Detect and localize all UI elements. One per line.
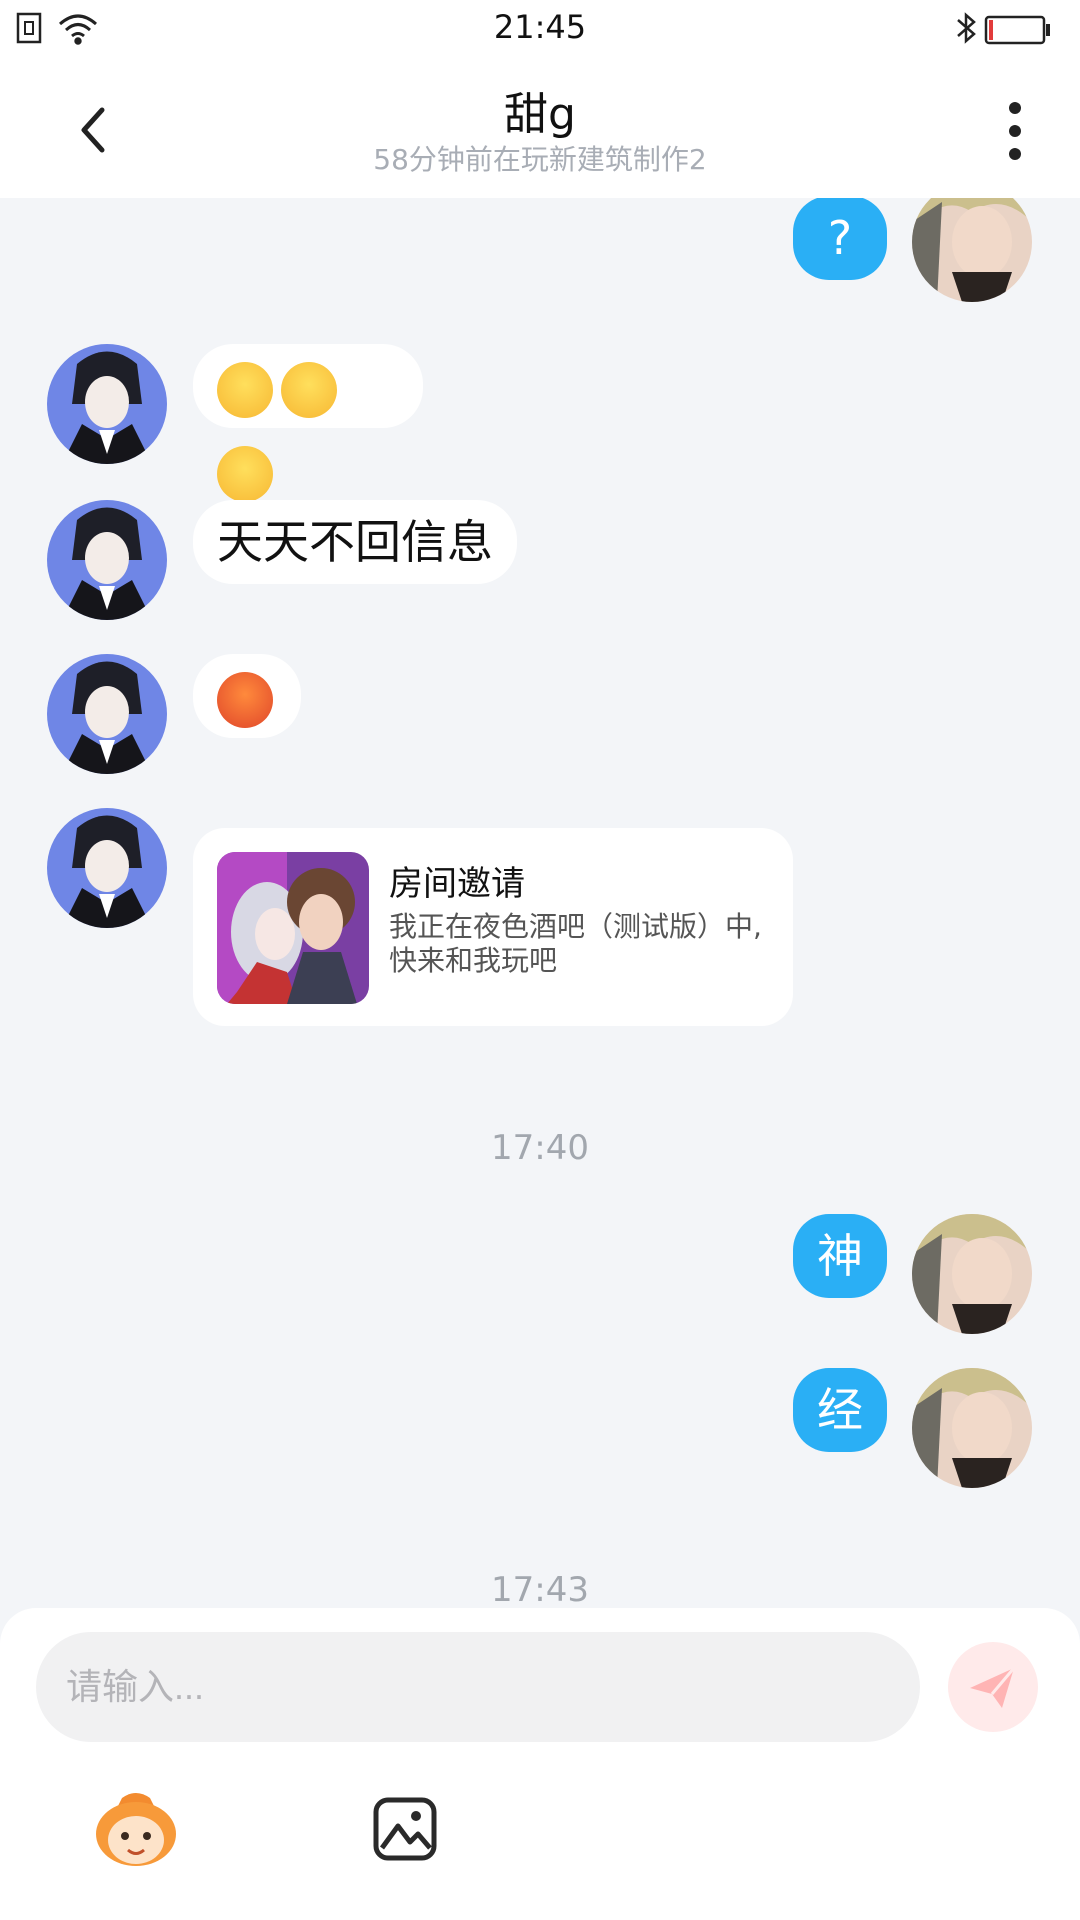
message-text: 神 — [817, 1229, 863, 1283]
contact-avatar[interactable] — [47, 808, 167, 928]
chat-header: 甜g 58分钟前在玩新建筑制作2 — [0, 58, 1080, 198]
battery-icon — [984, 15, 1050, 45]
bluetooth-icon — [957, 12, 976, 44]
huff-emoji-icon — [281, 361, 337, 418]
image-icon — [373, 1797, 437, 1861]
outgoing-message[interactable]: 神 — [793, 1214, 887, 1298]
more-vertical-icon — [1009, 102, 1021, 160]
status-time: 21:45 — [493, 8, 587, 46]
invite-description: 我正在夜色酒吧（测试版）中, 快来和我玩吧 — [389, 910, 762, 977]
image-button[interactable] — [372, 1796, 438, 1862]
status-bar: 21:45 — [0, 0, 1080, 58]
contact-name: 甜g — [504, 89, 576, 140]
more-button[interactable] — [1000, 98, 1030, 164]
invite-thumbnail — [217, 852, 369, 1004]
invite-title: 房间邀请 — [389, 864, 525, 904]
incoming-message[interactable] — [193, 654, 301, 738]
my-avatar[interactable] — [912, 1214, 1032, 1334]
contact-status: 58分钟前在玩新建筑制作2 — [373, 143, 707, 176]
angry-emoji-icon — [217, 671, 273, 728]
message-text: ? — [827, 211, 853, 265]
outgoing-message[interactable]: ? — [793, 198, 887, 280]
mascot-emoji-icon — [96, 1793, 176, 1866]
composer-panel — [0, 1608, 1080, 1920]
send-icon — [970, 1667, 1016, 1708]
my-avatar[interactable] — [912, 1368, 1032, 1488]
incoming-message[interactable] — [193, 344, 423, 502]
timestamp: 17:43 — [491, 1570, 589, 1608]
contact-avatar[interactable] — [47, 654, 167, 774]
send-button[interactable] — [948, 1642, 1038, 1732]
timestamp: 17:40 — [491, 1128, 589, 1168]
message-text: 天天不回信息 — [217, 515, 493, 569]
outgoing-message[interactable]: 经 — [793, 1368, 887, 1452]
huff-emoji-icon — [217, 361, 273, 418]
incoming-message[interactable]: 天天不回信息 — [193, 500, 517, 584]
contact-avatar[interactable] — [47, 500, 167, 620]
huff-emoji-icon — [217, 445, 273, 502]
status-right-icons — [950, 10, 1060, 52]
sticker-button[interactable] — [92, 1790, 180, 1870]
message-input[interactable] — [36, 1632, 920, 1742]
message-text: 经 — [817, 1383, 863, 1437]
my-avatar[interactable] — [912, 198, 1032, 302]
message-list[interactable]: ? 天天不回信息 房间邀请 我正在夜色酒吧（测试版）中, 快来和我玩吧 17:4… — [0, 198, 1080, 1608]
room-invite-card[interactable]: 房间邀请 我正在夜色酒吧（测试版）中, 快来和我玩吧 — [193, 828, 793, 1026]
contact-avatar[interactable] — [47, 344, 167, 464]
